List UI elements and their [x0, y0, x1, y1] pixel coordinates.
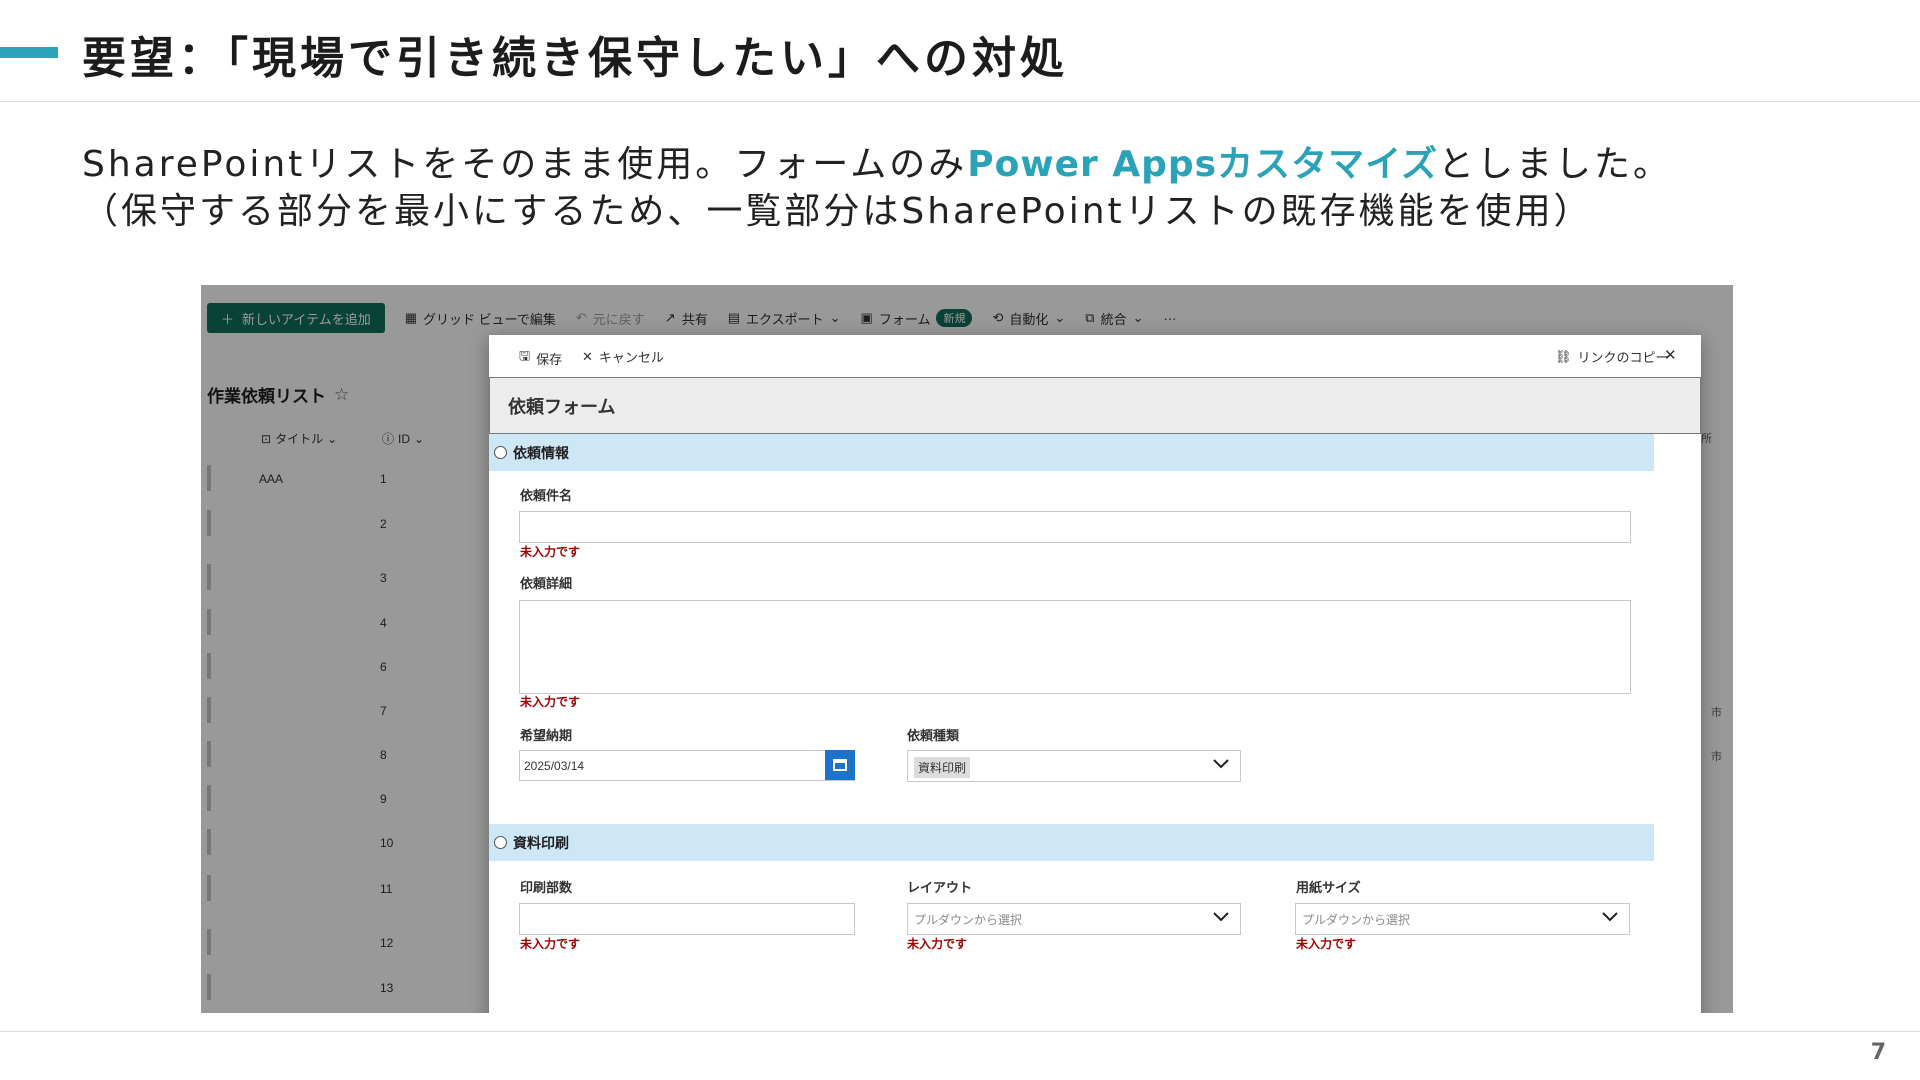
form-title: 依頼フォーム — [508, 397, 616, 417]
sharepoint-screenshot: ＋新しいアイテムを追加 ▦ グリッド ビューで編集 ↶ 元に戻す ↗ 共有 ▤ エクスポ… — [201, 285, 1733, 1013]
paper-size-placeholder: プルダウンから選択 — [1302, 913, 1411, 927]
layout-dropdown[interactable]: プルダウンから選択 — [907, 903, 1241, 935]
paper-size-dropdown[interactable]: プルダウンから選択 — [1295, 903, 1630, 935]
form-command-bar: 🖫 保存 ✕ キャンセル ⛓ リンクのコピー ✕ — [489, 335, 1701, 375]
chevron-down-icon — [1212, 758, 1230, 770]
section2-label: 資料印刷 — [513, 834, 569, 851]
request-name-label: 依頼件名 — [520, 488, 573, 503]
request-name-input[interactable] — [519, 511, 1631, 543]
link-icon: ⛓ — [1555, 348, 1572, 364]
circle-icon — [494, 446, 507, 459]
copies-input[interactable] — [519, 903, 855, 935]
body-line-1-post: としました。 — [1438, 144, 1673, 185]
chevron-down-icon — [1601, 911, 1619, 923]
copy-link-label: リンクのコピー — [1577, 350, 1669, 365]
body-line-1-pre: SharePointリストをそのまま使用。フォームのみ — [82, 144, 968, 185]
close-button[interactable]: ✕ — [1664, 346, 1677, 364]
close-icon: ✕ — [1664, 347, 1677, 364]
page-number: 7 — [1870, 1040, 1886, 1065]
request-type-label: 依頼種類 — [907, 728, 960, 743]
due-date-label: 希望納期 — [520, 728, 573, 743]
paper-size-error: 未入力です — [1296, 937, 1357, 951]
section-header-print: 資料印刷 — [489, 824, 1654, 861]
save-label: 保存 — [536, 351, 563, 367]
request-detail-error: 未入力です — [520, 695, 581, 709]
section-header-request-info: 依頼情報 — [489, 434, 1654, 471]
body-line-2: （保守する部分を最小にするため、一覧部分はSharePointリストの既存機能を… — [82, 191, 1593, 232]
layout-error: 未入力です — [907, 937, 968, 951]
cancel-button[interactable]: ✕ キャンセル — [582, 347, 664, 366]
calendar-icon[interactable] — [825, 750, 855, 780]
copy-link-button[interactable]: ⛓ リンクのコピー — [1555, 347, 1669, 366]
footer-divider — [0, 1031, 1920, 1032]
title-accent-bar — [0, 47, 58, 58]
request-detail-textarea[interactable] — [519, 600, 1631, 694]
circle-icon — [494, 836, 507, 849]
layout-label: レイアウト — [907, 880, 973, 895]
slide-title: 要望：「現場で引き続き保守したい」への対処 — [82, 33, 1068, 84]
form-header: 依頼フォーム — [489, 377, 1701, 434]
chevron-down-icon — [1212, 911, 1230, 923]
copies-error: 未入力です — [520, 937, 581, 951]
section1-label: 依頼情報 — [513, 444, 569, 461]
due-date-value: 2025/03/14 — [524, 759, 585, 773]
paper-size-label: 用紙サイズ — [1296, 880, 1361, 895]
request-detail-label: 依頼詳細 — [520, 576, 573, 591]
close-icon: ✕ — [582, 348, 593, 364]
cancel-label: キャンセル — [598, 350, 664, 365]
request-name-error: 未入力です — [520, 545, 581, 559]
copies-label: 印刷部数 — [520, 880, 573, 895]
body-highlight: Power Appsカスタマイズ — [967, 144, 1439, 185]
save-button[interactable]: 🖫 保存 — [519, 347, 562, 369]
power-apps-form-dialog: 🖫 保存 ✕ キャンセル ⛓ リンクのコピー ✕ 依頼フォーム 依頼情報 依頼件名 未… — [489, 335, 1701, 1013]
save-icon: 🖫 — [519, 348, 531, 363]
request-type-dropdown[interactable]: 資料印刷 — [907, 750, 1241, 782]
request-type-value: 資料印刷 — [914, 757, 971, 778]
body-line-1: SharePointリストをそのまま使用。フォームのみPower Appsカスタ… — [82, 135, 1672, 187]
due-date-picker[interactable]: 2025/03/14 — [519, 750, 855, 781]
header-divider — [0, 101, 1920, 102]
layout-placeholder: プルダウンから選択 — [914, 913, 1023, 927]
